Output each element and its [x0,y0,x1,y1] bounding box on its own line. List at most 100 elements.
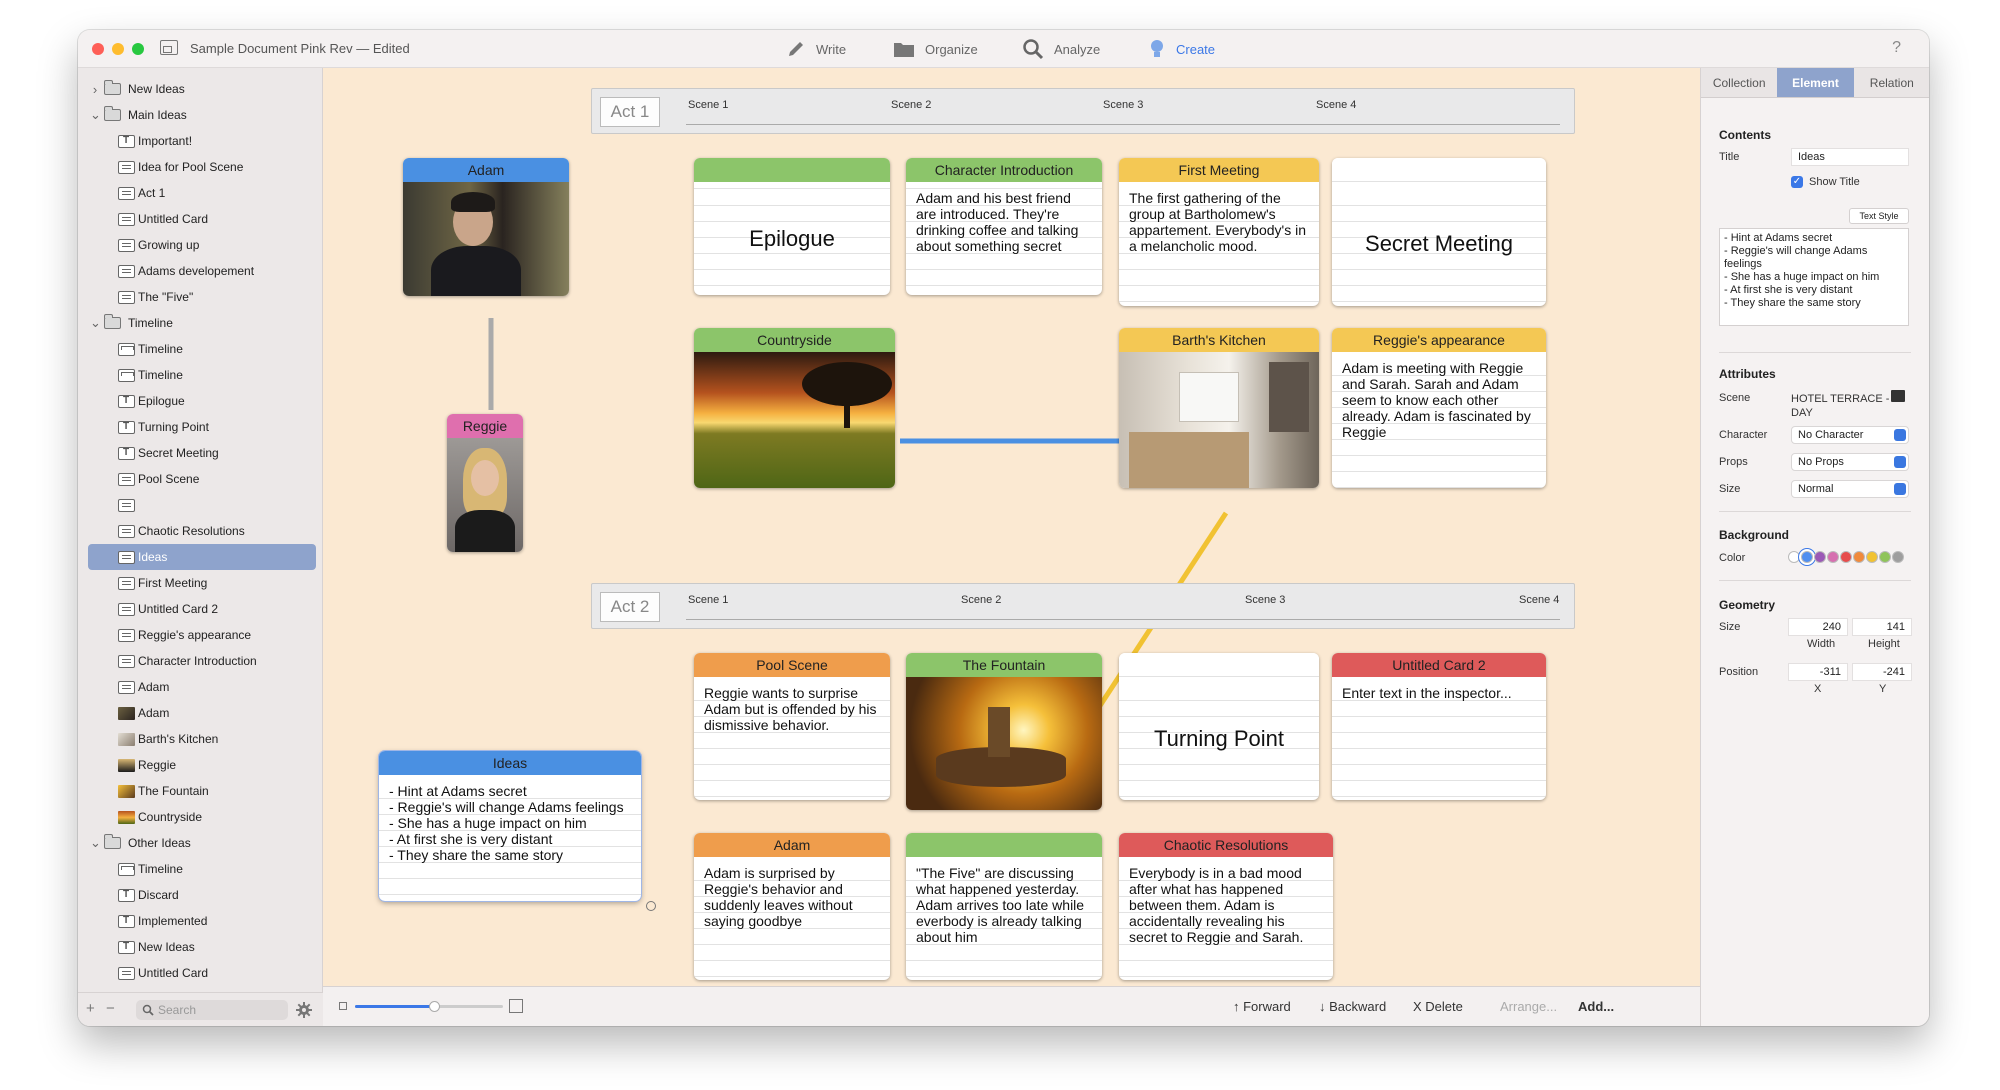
gear-icon[interactable] [296,1002,312,1018]
tab-element[interactable]: Element [1777,68,1854,97]
add-menu[interactable]: Add... [1578,999,1614,1014]
remove-item-button[interactable]: − [106,1000,115,1017]
sidebar-item[interactable]: Timeline [78,362,323,388]
color-swatch[interactable] [1892,551,1904,563]
zoom-in-icon[interactable] [509,999,523,1013]
notes-textarea[interactable]: - Hint at Adams secret - Reggie's will c… [1719,228,1909,326]
sidebar-item[interactable] [78,492,323,518]
write-button[interactable]: Write [786,35,846,63]
card-untitled-card-2[interactable]: Untitled Card 2 Enter text in the inspec… [1332,653,1546,800]
storyboard-canvas[interactable]: Act 1 Scene 1 Scene 2 Scene 3 Scene 4 Ac… [323,68,1700,986]
card-reggie-portrait[interactable]: Reggie [447,414,523,552]
sidebar-item[interactable]: › New Ideas [78,76,323,102]
chevron-down-icon[interactable]: ⌄ [90,107,101,123]
card-secret-meeting[interactable]: Secret Meeting [1332,158,1546,306]
card-adam-portrait[interactable]: Adam [403,158,569,296]
sidebar-item[interactable]: Untitled Card 2 [78,596,323,622]
card-reggies-appearance[interactable]: Reggie's appearance Adam is meeting with… [1332,328,1546,488]
sidebar-item[interactable]: Act 1 [78,180,323,206]
card-the-fountain[interactable]: The Fountain [906,653,1102,810]
tab-relation[interactable]: Relation [1854,68,1929,97]
card-adam-scene[interactable]: Adam Adam is surprised by Reggie's behav… [694,833,890,980]
card-first-meeting[interactable]: First Meeting The first gathering of the… [1119,158,1319,306]
sidebar-item[interactable]: Reggie [78,752,323,778]
sidebar-item[interactable]: Idea for Pool Scene [78,154,323,180]
sidebar-item[interactable]: Secret Meeting [78,440,323,466]
sidebar-item[interactable]: Growing up [78,232,323,258]
card-countryside[interactable]: Countryside [694,328,895,488]
sidebar-item[interactable]: Ideas [88,544,316,570]
sidebar-item[interactable]: ⌄ Timeline [78,310,323,336]
sidebar-item[interactable]: Chaotic Resolutions [78,518,323,544]
sidebar-item[interactable]: Untitled Card [78,960,323,986]
sidebar-item[interactable]: The Fountain [78,778,323,804]
sidebar-item[interactable]: Implemented [78,908,323,934]
sidebar-item[interactable]: ⌄ Other Ideas [78,830,323,856]
resize-handle[interactable] [646,901,656,911]
size-select[interactable]: Normal [1791,480,1909,498]
y-field[interactable]: -241 [1852,663,1912,681]
chevron-down-icon[interactable]: ⌄ [90,835,101,851]
sidebar-item[interactable]: Discard [78,882,323,908]
sidebar-item[interactable]: ⌄ Main Ideas [78,102,323,128]
card-chaotic-resolutions[interactable]: Chaotic Resolutions Everybody is in a ba… [1119,833,1333,980]
color-swatch[interactable] [1840,551,1852,563]
color-swatch[interactable] [1866,551,1878,563]
sidebar-item[interactable]: New Ideas [78,934,323,960]
color-swatch[interactable] [1879,551,1891,563]
card-barths-kitchen[interactable]: Barth's Kitchen [1119,328,1319,488]
arrange-menu[interactable]: Arrange... [1500,999,1557,1014]
character-select[interactable]: No Character [1791,426,1909,444]
sidebar-item[interactable]: Adams developement [78,258,323,284]
chevron-right-icon[interactable]: › [90,82,100,97]
color-swatch[interactable] [1814,551,1826,563]
x-field[interactable]: -311 [1788,663,1848,681]
sidebar-item[interactable]: The "Five" [78,284,323,310]
sidebar-item[interactable]: Timeline [78,336,323,362]
sidebar-item[interactable]: Timeline [78,856,323,882]
analyze-button[interactable]: Analyze [1022,35,1100,63]
sidebar-item[interactable]: First Meeting [78,570,323,596]
text-style-button[interactable]: Text Style [1849,208,1909,224]
title-field[interactable]: Ideas [1791,148,1909,166]
sidebar-item[interactable]: Untitled Card [78,206,323,232]
width-field[interactable]: 240 [1788,618,1848,636]
sidebar-item[interactable]: Adam [78,700,323,726]
sidebar-item[interactable]: Turning Point [78,414,323,440]
sidebar-item[interactable]: Adam [78,674,323,700]
color-swatch[interactable] [1827,551,1839,563]
card-the-five[interactable]: "The Five" are discussing what happened … [906,833,1102,980]
sidebar-item[interactable]: Pool Scene [78,466,323,492]
zoom-out-icon[interactable] [339,1002,347,1010]
sidebar-item[interactable]: Epilogue [78,388,323,414]
organize-button[interactable]: Organize [893,35,978,63]
height-field[interactable]: 141 [1852,618,1912,636]
card-epilogue[interactable]: Epilogue [694,158,890,295]
clapperboard-icon[interactable] [1891,390,1905,402]
sidebar-item[interactable]: Important! [78,128,323,154]
add-item-button[interactable]: + [86,1000,95,1017]
delete-button[interactable]: X Delete [1413,999,1463,1014]
card-turning-point[interactable]: Turning Point [1119,653,1319,800]
act-1-timeline[interactable]: Act 1 Scene 1 Scene 2 Scene 3 Scene 4 [591,88,1575,134]
chevron-down-icon[interactable]: ⌄ [90,315,101,331]
sidebar-item[interactable]: Countryside [78,804,323,830]
close-window-button[interactable] [92,43,104,55]
card-ideas[interactable]: Ideas - Hint at Adams secret - Reggie's … [379,751,641,901]
sidebar-item[interactable]: Reggie's appearance [78,622,323,648]
zoom-window-button[interactable] [132,43,144,55]
act-2-timeline[interactable]: Act 2 Scene 1 Scene 2 Scene 3 Scene 4 [591,583,1575,629]
card-character-introduction[interactable]: Character Introduction Adam and his best… [906,158,1102,295]
props-select[interactable]: No Props [1791,453,1909,471]
color-swatch[interactable] [1801,551,1813,563]
card-pool-scene[interactable]: Pool Scene Reggie wants to surprise Adam… [694,653,890,800]
sidebar-item[interactable]: Barth's Kitchen [78,726,323,752]
help-button[interactable]: ? [1892,39,1901,57]
tab-collection[interactable]: Collection [1701,68,1777,97]
show-title-checkbox[interactable]: ✓ [1791,176,1803,188]
minimize-window-button[interactable] [112,43,124,55]
color-swatch[interactable] [1788,551,1800,563]
backward-button[interactable]: ↓ Backward [1319,999,1386,1014]
create-button[interactable]: Create [1148,35,1215,63]
zoom-slider[interactable] [355,1001,503,1012]
